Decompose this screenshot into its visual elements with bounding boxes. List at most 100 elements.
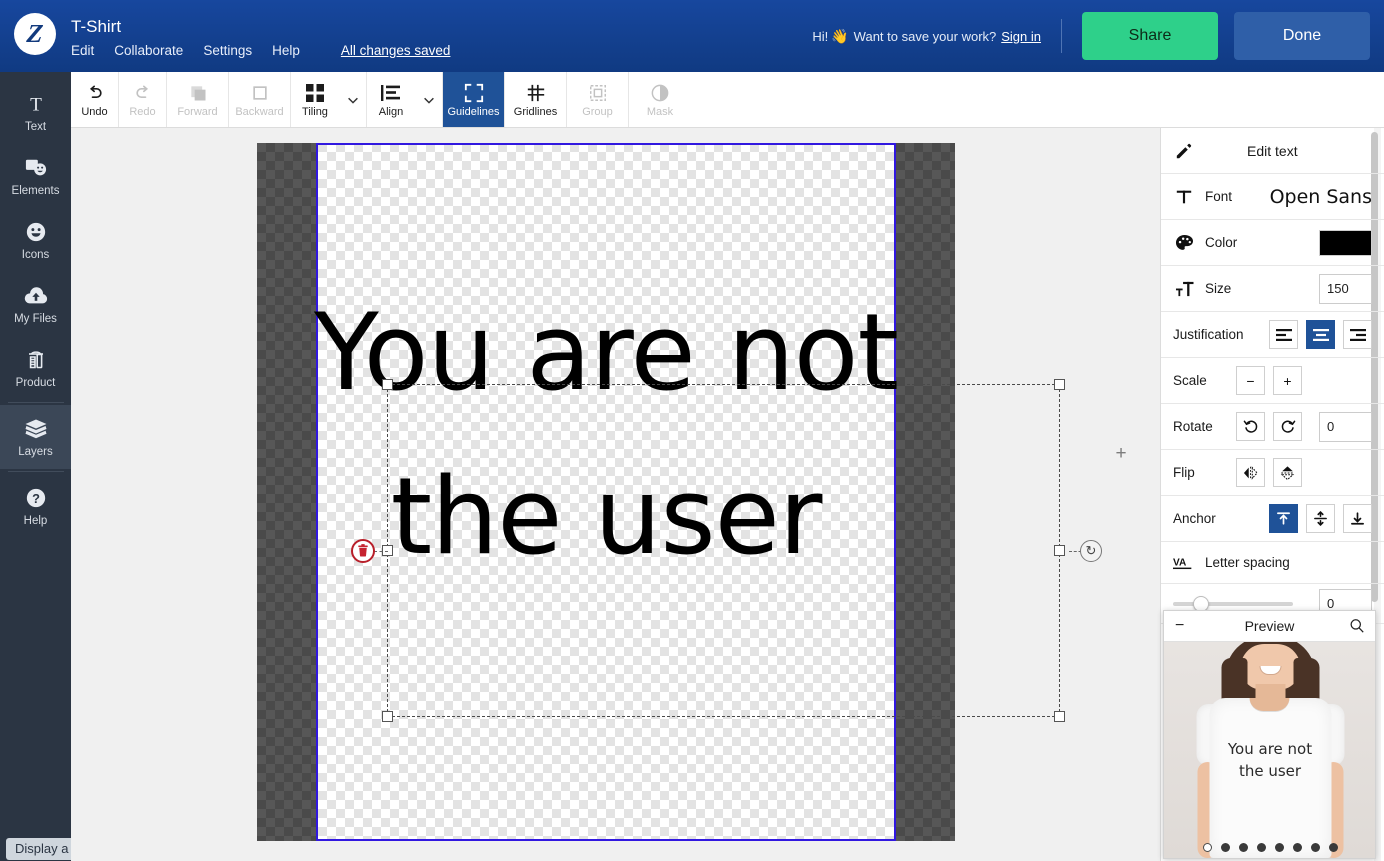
save-status-link[interactable]: All changes saved xyxy=(341,43,451,58)
resize-handle-bottom-right[interactable] xyxy=(1054,711,1065,722)
carousel-dot[interactable] xyxy=(1293,843,1302,852)
flip-controls xyxy=(1236,458,1302,487)
size-icon xyxy=(1173,280,1195,298)
carousel-dot[interactable] xyxy=(1275,843,1284,852)
rail-divider-2 xyxy=(8,471,64,472)
carousel-dot[interactable] xyxy=(1311,843,1320,852)
rotate-ccw-icon[interactable] xyxy=(1236,412,1265,441)
icons-icon xyxy=(25,219,47,245)
align-left-icon[interactable] xyxy=(1269,320,1298,349)
menu-item-settings[interactable]: Settings xyxy=(203,43,252,58)
carousel-dot[interactable] xyxy=(1203,843,1212,852)
menu-item-help[interactable]: Help xyxy=(272,43,300,58)
resize-handle-middle-right[interactable] xyxy=(1054,545,1065,556)
menu-item-collaborate[interactable]: Collaborate xyxy=(114,43,183,58)
toolbar-tiling-button[interactable]: Tiling xyxy=(291,72,339,127)
size-input[interactable]: 150 xyxy=(1319,274,1372,304)
sidebar-item-help[interactable]: ? Help xyxy=(0,474,71,538)
color-row[interactable]: Color xyxy=(1161,220,1384,266)
toolbar-undo-button[interactable]: Undo xyxy=(71,72,119,127)
sidebar-item-elements[interactable]: Elements xyxy=(0,144,71,208)
canvas-stage[interactable]: You are not the user ↻ xyxy=(71,128,1160,861)
scale-row: Scale − + xyxy=(1161,358,1384,404)
letter-spacing-slider[interactable] xyxy=(1173,602,1293,606)
logo-letter: Z xyxy=(26,21,45,47)
tshirt-print-preview: You are not the user xyxy=(1227,738,1313,784)
preview-panel: − Preview xyxy=(1163,610,1376,859)
rotate-row: Rotate 0 xyxy=(1161,404,1384,450)
carousel-dot[interactable] xyxy=(1221,843,1230,852)
brand-logo[interactable]: Z xyxy=(14,13,56,55)
tshirt-model-photo: You are not the user xyxy=(1164,642,1375,858)
align-chevron-down-icon[interactable] xyxy=(415,72,443,127)
toolbar-mask-button[interactable]: Mask xyxy=(629,72,691,127)
toolbar-backward-label: Backward xyxy=(235,107,283,118)
share-button[interactable]: Share xyxy=(1082,12,1218,60)
resize-handle-top-right[interactable] xyxy=(1054,379,1065,390)
toolbar-align-button[interactable]: Align xyxy=(367,72,415,127)
toolbar-redo-button[interactable]: Redo xyxy=(119,72,167,127)
toolbar-forward-button[interactable]: Forward xyxy=(167,72,229,127)
font-row[interactable]: Font Open Sans xyxy=(1161,174,1384,220)
toolbar-backward-button[interactable]: Backward xyxy=(229,72,291,127)
zazzle-logo-icon: Z xyxy=(14,13,56,55)
artboard[interactable]: You are not the user xyxy=(257,143,955,841)
rotate-controls xyxy=(1236,412,1302,441)
sidebar-item-my-files[interactable]: My Files xyxy=(0,272,71,336)
carousel-dot[interactable] xyxy=(1329,843,1338,852)
signin-prompt: Hi! 👋 Want to save your work? Sign in xyxy=(812,19,1062,53)
anchor-row: Anchor xyxy=(1161,496,1384,542)
toolbar-guidelines-button[interactable]: Guidelines xyxy=(443,72,505,127)
flip-horizontal-icon[interactable] xyxy=(1236,458,1265,487)
gridlines-icon xyxy=(526,82,546,104)
flip-vertical-icon[interactable] xyxy=(1273,458,1302,487)
preview-title: Preview xyxy=(1245,618,1295,634)
carousel-dot[interactable] xyxy=(1257,843,1266,852)
undo-icon xyxy=(85,82,105,104)
anchor-bottom-icon[interactable] xyxy=(1343,504,1372,533)
sidebar-item-product[interactable]: Product xyxy=(0,336,71,400)
design-text[interactable]: You are not the user xyxy=(257,143,955,841)
minimize-icon[interactable]: − xyxy=(1175,617,1184,635)
rotate-handle[interactable]: ↻ xyxy=(1080,540,1102,562)
signin-link[interactable]: Sign in xyxy=(1001,29,1041,44)
toolbar-gridlines-button[interactable]: Gridlines xyxy=(505,72,567,127)
align-right-icon[interactable] xyxy=(1343,320,1372,349)
header-actions: Hi! 👋 Want to save your work? Sign in Sh… xyxy=(812,0,1370,72)
done-button[interactable]: Done xyxy=(1234,12,1370,60)
sidebar-item-icons[interactable]: Icons xyxy=(0,208,71,272)
preview-image[interactable]: You are not the user xyxy=(1164,642,1375,858)
size-row[interactable]: Size 150 xyxy=(1161,266,1384,312)
rail-divider-1 xyxy=(8,402,64,403)
va-icon: VA xyxy=(1173,555,1195,571)
design-text-line-1: You are not xyxy=(257,271,955,435)
scale-increase-button[interactable]: + xyxy=(1273,366,1302,395)
toolbar-group-button[interactable]: Group xyxy=(567,72,629,127)
color-swatch[interactable] xyxy=(1319,230,1372,256)
guidelines-icon xyxy=(464,82,484,104)
sidebar-item-text[interactable]: T Text xyxy=(0,80,71,144)
rotate-cw-icon[interactable] xyxy=(1273,412,1302,441)
magnifier-icon[interactable] xyxy=(1349,618,1365,634)
product-icon xyxy=(24,347,48,373)
scale-decrease-button[interactable]: − xyxy=(1236,366,1265,395)
forward-icon xyxy=(188,82,208,104)
anchor-top-icon[interactable] xyxy=(1269,504,1298,533)
svg-text:?: ? xyxy=(32,491,40,506)
anchor-middle-icon[interactable] xyxy=(1306,504,1335,533)
menu-item-edit[interactable]: Edit xyxy=(71,43,94,58)
sidebar-item-layers[interactable]: Layers xyxy=(0,405,71,469)
tiling-chevron-down-icon[interactable] xyxy=(339,72,367,127)
toolbar-forward-label: Forward xyxy=(177,107,217,118)
toolbar-tiling-label: Tiling xyxy=(302,107,328,118)
flip-label: Flip xyxy=(1173,465,1195,480)
font-value[interactable]: Open Sans xyxy=(1270,186,1372,208)
carousel-dot[interactable] xyxy=(1239,843,1248,852)
rotate-input[interactable]: 0 xyxy=(1319,412,1372,442)
toolbar-gridlines-label: Gridlines xyxy=(514,107,557,118)
sidebar-label-layers: Layers xyxy=(18,446,53,458)
align-center-icon[interactable] xyxy=(1306,320,1335,349)
print-line-2: the user xyxy=(1227,760,1313,782)
text-icon: T xyxy=(25,91,47,117)
svg-text:T: T xyxy=(30,94,42,115)
